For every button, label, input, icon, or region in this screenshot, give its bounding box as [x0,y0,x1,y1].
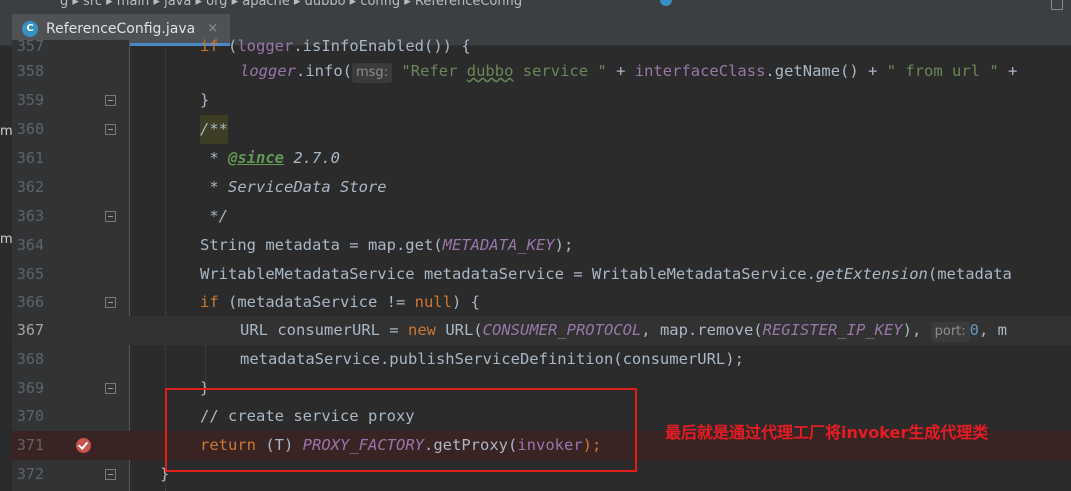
code-line-366[interactable]: 366 if (metadataService != null) { [12,288,1071,317]
breakpoint-icon[interactable] [76,438,91,453]
line-number: 364 [16,236,44,254]
line-number: 370 [16,407,44,425]
fold-icon[interactable] [105,95,116,106]
code-line-365[interactable]: 365 WritableMetadataService metadataServ… [12,260,1071,289]
code-text: URL consumerURL = new URL(CONSUMER_PROTO… [240,316,1007,345]
side-panel-fragment: m [0,232,12,247]
line-number: 363 [16,207,44,225]
code-text: } [200,91,210,109]
param-hint: port: [930,322,970,342]
code-text: WritableMetadataService metadataService … [200,265,1012,283]
code-line-364[interactable]: 364 String metadata = map.get(METADATA_K… [12,231,1071,260]
breadcrumb-text[interactable]: g ▸ src ▸ main ▸ java ▸ org ▸ apache ▸ d… [60,0,522,9]
code-text: logger.info(msg: "Refer dubbo service " … [240,57,1027,86]
fold-icon[interactable] [105,469,116,480]
code-line-360[interactable]: 360 /** [12,115,1071,144]
line-number: 358 [16,62,44,80]
line-number: 367 [16,321,44,339]
side-panel-fragment: m [0,124,12,139]
code-text: */ [200,207,228,225]
restore-icon[interactable] [1051,0,1063,10]
code-line-363[interactable]: 363 */ [12,202,1071,231]
line-number: 366 [16,293,44,311]
line-number: 368 [16,350,44,368]
code-line-368[interactable]: 368 metadataService.publishServiceDefini… [12,345,1071,374]
highlight-box [165,388,637,472]
fold-icon[interactable] [105,124,116,135]
code-text: String metadata = map.get(METADATA_KEY); [200,236,574,254]
code-text: * @since 2.7.0 [200,149,340,167]
line-number: 361 [16,149,44,167]
annotation-text: 最后就是通过代理工厂将invoker生成代理类 [665,423,989,442]
fold-icon[interactable] [105,383,116,394]
line-number: 369 [16,379,44,397]
code-line-362[interactable]: 362 * ServiceData Store [12,173,1071,202]
fold-icon[interactable] [105,297,116,308]
class-icon [660,0,672,6]
code-line-361[interactable]: 361 * @since 2.7.0 [12,144,1071,173]
line-number: 371 [16,436,44,454]
breadcrumb: g ▸ src ▸ main ▸ java ▸ org ▸ apache ▸ d… [0,0,1071,14]
line-number: 362 [16,178,44,196]
param-hint: msg: [352,63,393,83]
code-text: * ServiceData Store [200,178,387,196]
line-number: 372 [16,465,44,483]
line-number: 365 [16,265,44,283]
code-text: /** [200,115,228,144]
code-text: metadataService.publishServiceDefinition… [240,350,744,368]
line-number: 359 [16,91,44,109]
fold-icon[interactable] [105,211,116,222]
code-line-359[interactable]: 359 } [12,86,1071,115]
line-number: 360 [16,120,44,138]
code-line-358[interactable]: 358 logger.info(msg: "Refer dubbo servic… [12,57,1071,86]
code-line-367[interactable]: 367 URL consumerURL = new URL(CONSUMER_P… [12,316,1071,345]
code-text: if (metadataService != null) { [200,293,480,311]
